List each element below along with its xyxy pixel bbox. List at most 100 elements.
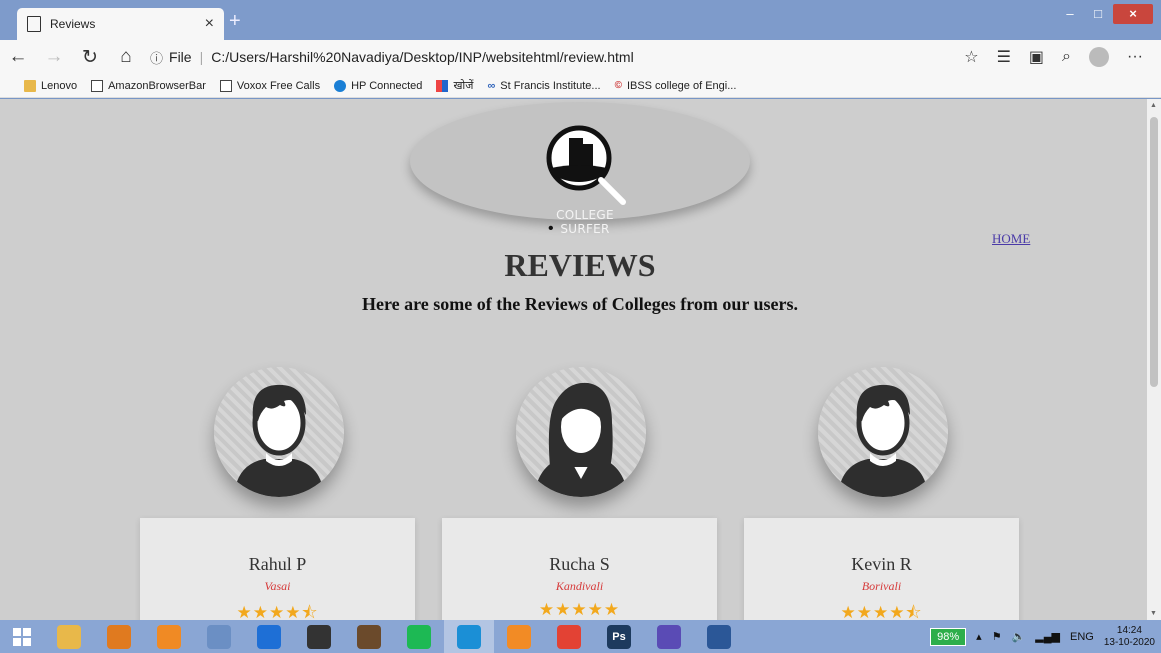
page-title: REVIEWS	[504, 247, 656, 283]
back-button[interactable]: ←	[0, 46, 36, 68]
edge-icon	[457, 624, 481, 649]
more-menu-icon[interactable]: ···	[1127, 48, 1143, 66]
bookmark-voxox[interactable]: Voxox Free Calls	[219, 79, 321, 92]
chrome-icon	[557, 624, 581, 649]
game-character-icon	[357, 624, 381, 649]
rating-stars: ★★★★★	[538, 600, 621, 619]
bookmark-st-francis[interactable]: ∞ St Francis Institute...	[487, 80, 600, 92]
taskbar: Ps 98% ▴ ⚑ 🔈 ▂▄▆ ENG 14:24 13-10-2020	[0, 620, 1161, 653]
collections-icon[interactable]: ▣	[1029, 47, 1044, 67]
start-button[interactable]	[0, 620, 44, 653]
folder-icon	[24, 79, 36, 92]
favorites-icon[interactable]: ☰	[997, 47, 1011, 67]
page-subtitle: Here are some of the Reviews of Colleges…	[361, 294, 799, 314]
close-window-button[interactable]: ×	[1113, 4, 1153, 24]
settings-icon	[657, 624, 681, 649]
ibss-icon: ©	[614, 79, 622, 91]
college-surfer-logo-icon	[546, 125, 626, 205]
taskbar-file-explorer-button[interactable]	[44, 620, 94, 653]
url-prefix: File	[169, 49, 192, 65]
clock-date: 13-10-2020	[1103, 636, 1155, 648]
taskbar-word-button[interactable]	[694, 620, 744, 653]
vlc-icon	[157, 624, 181, 649]
word-icon	[707, 624, 731, 649]
taskbar-spotify-button[interactable]	[394, 620, 444, 653]
info-icon[interactable]: ⓘ	[150, 48, 163, 67]
bookmark-amazonbrowserbar[interactable]: AmazonBrowserBar	[91, 79, 206, 92]
show-hidden-icons-icon[interactable]: ▴	[976, 630, 982, 643]
new-tab-button[interactable]: +	[229, 10, 241, 33]
review-card: Rahul P Vasai ★★★★⯪	[140, 518, 415, 620]
address-bar: ← → ↻ ⌂ ⓘ File | C:/Users/Harshil%20Nava…	[0, 40, 1161, 74]
windows-logo-icon	[13, 627, 31, 646]
reviewer-name: Rucha S	[549, 554, 610, 574]
taskbar-sublime-text-button[interactable]	[494, 620, 544, 653]
taskbar-media-player-button[interactable]	[94, 620, 144, 653]
bookmark-hp-connected[interactable]: HP Connected	[334, 79, 423, 92]
volume-icon[interactable]: 🔈	[1012, 630, 1026, 643]
taskbar-photos-button[interactable]	[194, 620, 244, 653]
photoshop-icon: Ps	[607, 624, 631, 649]
page-icon	[219, 79, 232, 92]
tab-strip: Reviews × + – □ ×	[0, 0, 1161, 40]
sublime-text-icon	[507, 624, 531, 649]
url-field[interactable]: ⓘ File | C:/Users/Harshil%20Navadiya/Des…	[150, 48, 964, 67]
bookmark-label: IBSS college of Engi...	[626, 79, 737, 92]
rating-stars: ★★★★⯪	[236, 603, 319, 620]
bookmark-label: Voxox Free Calls	[236, 79, 321, 92]
profile-icon[interactable]	[1089, 47, 1110, 67]
taskbar-edge-button[interactable]	[444, 620, 494, 653]
home-link[interactable]: HOME	[992, 231, 1030, 247]
taskbar-teamviewer-button[interactable]	[244, 620, 294, 653]
scrollbar-thumb[interactable]	[1150, 117, 1158, 387]
photos-icon	[207, 624, 231, 649]
notification-flag-icon[interactable]: ⚑	[992, 630, 1002, 643]
bookmark-khojen[interactable]: खोजें	[436, 78, 473, 93]
close-tab-icon[interactable]: ×	[205, 15, 214, 33]
bookmarks-bar: Lenovo AmazonBrowserBar Voxox Free Calls…	[0, 74, 1161, 98]
url-separator: |	[199, 49, 204, 65]
file-explorer-icon	[57, 624, 81, 649]
reviewer-avatar-female-icon	[516, 367, 646, 497]
grid-icon	[436, 79, 449, 92]
browser-tab[interactable]: Reviews ×	[17, 8, 224, 40]
url-text[interactable]: C:/Users/Harshil%20Navadiya/Desktop/INP/…	[211, 49, 633, 65]
media-player-icon	[107, 624, 131, 649]
taskbar-chrome-button[interactable]	[544, 620, 594, 653]
maximize-button[interactable]: □	[1085, 4, 1111, 24]
page-viewport: COLLEGE SURFER • HOME REVIEWS Here are s…	[0, 99, 1147, 620]
battery-indicator[interactable]: 98%	[930, 627, 967, 646]
scroll-down-icon[interactable]: ▼	[1150, 610, 1157, 617]
bookmark-label: AmazonBrowserBar	[108, 79, 206, 92]
taskbar-game-character-button[interactable]	[344, 620, 394, 653]
clock[interactable]: 14:24 13-10-2020	[1104, 625, 1155, 649]
reviewer-avatar-male-icon	[214, 367, 344, 497]
network-signal-icon[interactable]: ▂▄▆	[1035, 630, 1060, 643]
reviewer-location: Borivali	[861, 579, 902, 593]
share-icon[interactable]: ⌕	[1062, 48, 1071, 66]
page-icon	[27, 16, 41, 32]
scroll-up-icon[interactable]: ▲	[1150, 102, 1157, 109]
clock-time: 14:24	[1116, 624, 1142, 636]
system-tray: 98% ▴ ⚑ 🔈 ▂▄▆ ENG 14:24 13-10-2020	[930, 620, 1161, 653]
bookmark-label: HP Connected	[351, 79, 423, 92]
forward-button[interactable]: →	[36, 46, 72, 68]
taskbar-settings-button[interactable]	[644, 620, 694, 653]
minimize-button[interactable]: –	[1057, 4, 1083, 24]
bookmark-label: Lenovo	[41, 79, 78, 92]
refresh-button[interactable]: ↻	[72, 46, 108, 69]
favorite-star-icon[interactable]: ☆	[964, 47, 978, 67]
reviewer-name: Kevin R	[851, 554, 912, 574]
vertical-scrollbar[interactable]: ▲ ▼	[1147, 99, 1161, 620]
taskbar-vlc-button[interactable]	[144, 620, 194, 653]
bookmark-label: St Francis Institute...	[500, 79, 601, 92]
bookmark-lenovo[interactable]: Lenovo	[24, 79, 78, 92]
bookmark-ibss[interactable]: © IBSS college of Engi...	[615, 80, 737, 92]
language-indicator[interactable]: ENG	[1070, 631, 1094, 643]
bookmark-label: खोजें	[453, 80, 474, 92]
home-button[interactable]: ⌂	[108, 46, 144, 68]
infinity-icon: ∞	[487, 79, 496, 92]
tab-title: Reviews	[50, 17, 96, 31]
taskbar-photoshop-button[interactable]: Ps	[594, 620, 644, 653]
taskbar-cs-game-button[interactable]	[294, 620, 344, 653]
